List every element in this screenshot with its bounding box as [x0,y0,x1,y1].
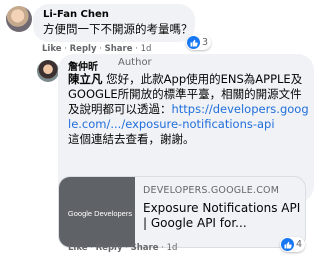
avatar-author[interactable] [37,60,59,82]
comment-author[interactable]: Li-Fan Chen [43,9,109,20]
link-preview-card[interactable]: Google Developers DEVELOPERS.GOOGLE.COM … [58,176,306,248]
like-button[interactable]: Like [68,243,88,253]
comment-author[interactable]: 詹仲昕 [68,58,98,73]
share-button[interactable]: Share [105,44,133,54]
comment-actions-2: Like · Reply · Share · 1d [68,243,178,253]
thumbs-up-icon [187,36,200,49]
avatar-li-fan-chen[interactable] [6,6,32,32]
comment-text: 陳立凡 您好，此款App使用的ENS為APPLE及GOOGLE所開放的標準平臺，… [68,72,310,147]
comment-bubble-1: Li-Fan Chen 方便問一下不開源的考量嗎？ [33,4,195,42]
preview-thumbnail-text: Google Developers [67,208,133,218]
reaction-count: 3 [202,37,209,48]
preview-title: Exposure Notifications API | Google API … [143,201,301,230]
reply-button[interactable]: Reply [70,44,97,54]
reaction-badge-1[interactable]: 3 [186,35,212,50]
comment-time[interactable]: 1d [141,44,152,54]
reaction-badge-2[interactable]: 4 [280,237,306,252]
preview-domain: DEVELOPERS.GOOGLE.COM [143,185,280,196]
comment-text: 方便問一下不開源的考量嗎？ [43,22,193,36]
reply-button[interactable]: Reply [96,243,123,253]
like-button[interactable]: Like [42,44,62,54]
thumbs-up-icon [281,238,294,251]
comment-time[interactable]: 1d [167,243,178,253]
preview-thumbnail: Google Developers [59,177,135,247]
reaction-count: 4 [296,239,303,250]
mention-link[interactable]: 陳立凡 [68,72,103,86]
comment-actions-1: Like · Reply · Share · 1d [42,44,152,54]
author-badge: Author [118,57,152,68]
share-button[interactable]: Share [131,243,159,253]
comment-text-part: 這個連結去查看，謝謝。 [68,132,195,146]
